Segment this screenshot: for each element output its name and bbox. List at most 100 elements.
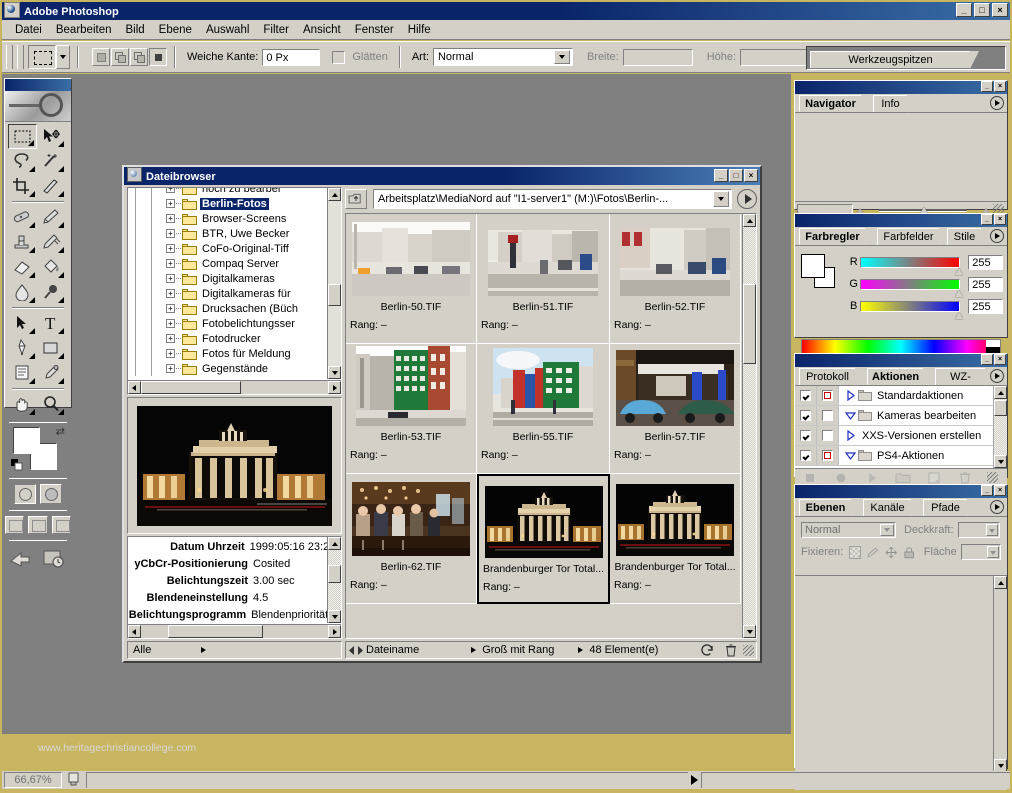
marquee-tool-button[interactable] [8,124,37,149]
delete-action-trash-icon[interactable] [957,471,973,484]
menu-hilfe[interactable]: Hilfe [401,22,438,38]
menu-datei[interactable]: Datei [8,22,49,38]
palette-well-tab-werkzeugspitzen[interactable]: Werkzeugspitzen [810,51,970,68]
action-dialog-toggle[interactable] [822,410,833,421]
crop-tool-button[interactable] [8,174,37,199]
lock-position-move-icon[interactable] [885,546,897,559]
scroll-down-button[interactable] [328,366,341,379]
thumbnail-image[interactable] [614,348,736,426]
action-dialog-toggle-cell[interactable] [817,446,839,465]
action-row[interactable]: PS4-Aktionen [795,446,993,466]
history-brush-tool-button[interactable] [37,230,66,255]
meta-scroll-right-button[interactable] [328,625,341,638]
channel-slider[interactable] [860,257,960,268]
type-tool-button[interactable]: T [37,311,66,336]
metadata-horizontal-scrollbar[interactable] [128,624,341,638]
folder-tree-item[interactable]: +Fotodrucker [128,331,327,346]
path-selection-tool-button[interactable] [8,311,37,336]
lock-transparency-icon[interactable] [849,546,862,559]
eraser-tool-button[interactable] [8,255,37,280]
actions-list[interactable]: StandardaktionenKameras bearbeitenXXS-Ve… [795,386,1007,468]
action-disclosure-triangle-icon[interactable] [842,450,858,461]
delete-trash-icon[interactable] [719,644,743,657]
brush-tool-button[interactable] [37,205,66,230]
metadata-vertical-scrollbar[interactable] [327,537,341,623]
folder-tree-vertical-scrollbar[interactable] [327,188,341,379]
expand-plus-icon[interactable]: + [166,214,175,223]
zoom-tool-button[interactable] [37,392,66,417]
action-toggle-checkbox-cell[interactable] [795,386,817,405]
tab-stile[interactable]: Stile [947,228,981,245]
color-palette-menu-icon[interactable] [990,229,1004,243]
actions-scroll-up-button[interactable] [994,386,1007,399]
play-selection-icon[interactable] [864,471,880,484]
blur-tool-button[interactable] [8,280,37,305]
actions-close-button[interactable]: × [994,354,1006,365]
resize-grip[interactable] [743,645,754,656]
swap-colors-icon[interactable]: ⇄ [56,425,65,438]
menu-fenster[interactable]: Fenster [348,22,401,38]
expand-plus-icon[interactable]: + [166,304,175,313]
foreground-color-swatch[interactable] [13,427,40,454]
action-disclosure-triangle-icon[interactable] [842,430,858,441]
menu-ebene[interactable]: Ebene [152,22,199,38]
tab-farbregler[interactable]: Farbregler [799,228,865,245]
menu-filter[interactable]: Filter [256,22,296,38]
action-enabled-checkbox[interactable] [800,390,811,401]
scroll-thumb[interactable] [328,284,341,306]
close-button[interactable]: × [992,3,1008,17]
standard-screen-mode-button[interactable] [5,516,24,534]
new-set-folder-icon[interactable] [895,471,911,484]
expand-plus-icon[interactable]: + [166,259,175,268]
thumbnail-cell[interactable]: Brandenburger Tor Total...Rang: – [477,474,610,604]
standard-mask-mode-button[interactable] [14,484,36,504]
channel-value-input[interactable]: 255 [968,299,1003,314]
folder-tree-item[interactable]: +Fotobelichtungsser [128,316,327,331]
shape-rectangle-tool-button[interactable] [37,336,66,361]
action-disclosure-triangle-icon[interactable] [842,390,858,401]
color-close-button[interactable]: × [994,214,1006,225]
selection-intersect-button[interactable] [149,48,167,66]
new-action-icon[interactable] [926,471,942,484]
folder-tree-item[interactable]: +Gegenstände [128,361,327,376]
filter-dropdown-icon[interactable] [201,647,206,653]
width-input[interactable] [623,49,693,66]
thumbnail-image[interactable] [481,348,605,426]
action-row[interactable]: Kameras bearbeiten [795,406,993,426]
action-dialog-toggle[interactable] [822,430,833,441]
channel-slider[interactable] [860,301,960,312]
navigator-minimize-button[interactable]: _ [981,81,993,92]
scroll-up-button[interactable] [328,188,341,201]
action-enabled-checkbox[interactable] [800,410,811,421]
actions-scroll-down-button[interactable] [994,455,1007,468]
healing-brush-tool-button[interactable] [8,205,37,230]
path-go-button[interactable] [737,189,757,209]
action-enabled-checkbox[interactable] [800,450,811,461]
view-mode-dropdown-icon[interactable] [578,647,583,653]
layers-scroll-up-button[interactable] [994,576,1007,589]
expand-plus-icon[interactable]: + [166,199,175,208]
tool-preset-dropdown[interactable] [56,45,70,69]
action-dialog-toggle[interactable] [822,390,833,401]
tab-navigator[interactable]: Navigator [799,95,861,112]
expand-plus-icon[interactable]: + [166,289,175,298]
minimize-button[interactable]: _ [956,3,972,17]
begin-recording-icon[interactable] [833,471,849,484]
sort-field-dropdown-icon[interactable] [471,647,476,653]
lock-image-brush-icon[interactable] [867,546,879,559]
file-browser-minimize-button[interactable]: _ [714,169,728,182]
expand-plus-icon[interactable]: + [166,364,175,373]
folder-tree-item[interactable]: +Berlin-Fotos [128,196,327,211]
channel-slider-knob[interactable] [955,268,963,275]
fullscreen-menubar-mode-button[interactable] [28,516,47,534]
jump-to-other-icon[interactable] [41,547,67,569]
expand-plus-icon[interactable]: + [166,244,175,253]
lock-all-padlock-icon[interactable] [903,546,915,559]
color-foreground-swatch[interactable] [801,254,825,278]
thumbnail-panel[interactable]: Berlin-50.TIFRang: – Berlin-51.TIFRang: … [345,213,757,639]
action-disclosure-triangle-icon[interactable] [842,410,858,421]
menu-auswahl[interactable]: Auswahl [199,22,256,38]
expand-plus-icon[interactable]: + [166,349,175,358]
layers-list[interactable] [795,575,1007,772]
opacity-input[interactable] [958,522,1000,538]
